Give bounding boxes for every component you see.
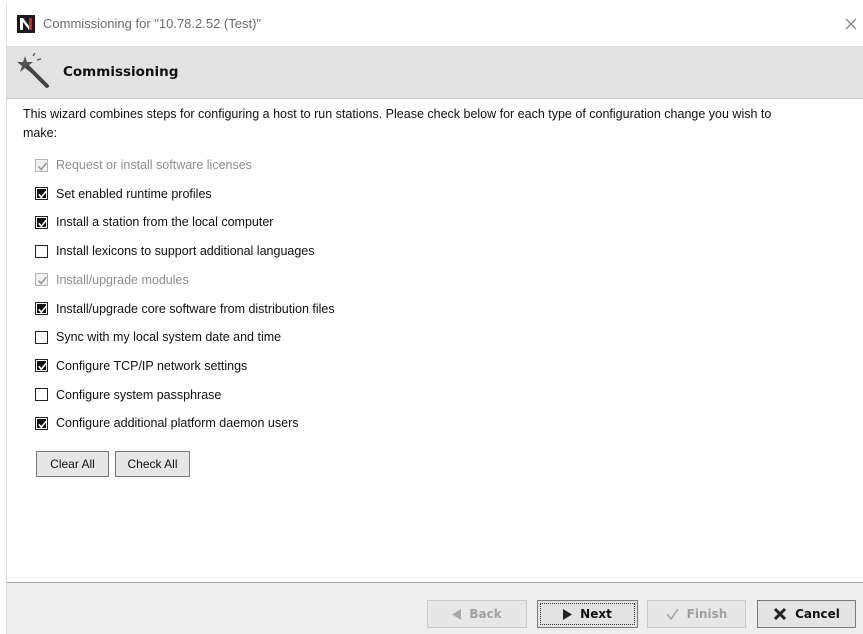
back-arrow-icon [452,608,462,620]
header-title: Commissioning [63,64,179,80]
option-label: Set enabled runtime profiles [56,186,212,201]
option-checkbox[interactable] [35,330,48,344]
option-checkbox[interactable] [35,416,48,430]
option-checkbox[interactable] [35,359,48,373]
back-button-label: Back [469,607,502,621]
option-label: Install lexicons to support additional l… [56,244,315,259]
option-checkbox [35,273,48,287]
checkmark-icon [38,420,47,429]
checkmark-icon [38,219,47,228]
checkmark-icon [37,162,48,171]
cancel-x-icon [774,607,787,621]
checkmark-icon [666,608,679,620]
option-checkbox[interactable] [35,187,48,201]
option-checkbox [35,158,48,172]
wizard-footer: Back Next Finish Cancel [7,582,863,634]
option-label: Configure system passphrase [56,387,222,402]
next-arrow-icon [563,608,573,620]
back-button[interactable]: Back [427,600,527,628]
option-label: Install a station from the local compute… [56,215,274,230]
option-row[interactable]: Configure system passphrase [35,385,535,405]
option-row[interactable]: Install a station from the local compute… [35,212,535,232]
checkmark-icon [38,363,47,371]
option-row: Install/upgrade modules [35,270,535,290]
option-label: Configure additional platform daemon use… [56,416,299,431]
title-bar: Commissioning for "10.78.2.52 (Test)" [7,4,863,44]
option-row: Request or install software licenses [35,155,535,175]
wizard-window: Commissioning for "10.78.2.52 (Test)" Co… [6,4,863,634]
magic-wand-icon [17,52,49,88]
niagara-logo-icon [17,15,35,33]
option-label: Install/upgrade modules [56,272,189,287]
option-label: Sync with my local system date and time [56,330,282,345]
option-row[interactable]: Sync with my local system date and time [35,327,535,347]
option-row[interactable]: Set enabled runtime profiles [35,184,535,204]
check-all-button[interactable]: Check All [115,451,190,477]
clear-all-button[interactable]: Clear All [36,451,109,477]
finish-button-label: Finish [686,607,728,621]
checkmark-icon [38,305,47,314]
finish-button[interactable]: Finish [647,600,746,628]
cancel-button[interactable]: Cancel [757,600,856,628]
next-button-label: Next [580,607,612,621]
option-row[interactable]: Install lexicons to support additional l… [35,241,535,261]
cancel-button-label: Cancel [795,607,840,621]
option-checkbox[interactable] [35,215,48,229]
checkmark-icon [37,276,48,285]
option-row[interactable]: Configure TCP/IP network settings [35,356,535,376]
option-checkbox[interactable] [35,244,48,258]
option-row[interactable]: Install/upgrade core software from distr… [35,299,535,319]
close-icon[interactable] [843,16,859,32]
option-checkbox[interactable] [35,302,48,315]
intro-text: This wizard combines steps for configuri… [23,107,772,140]
next-button[interactable]: Next [537,600,638,628]
wizard-header: Commissioning [7,46,863,99]
option-checkbox[interactable] [35,388,48,402]
window-title: Commissioning for "10.78.2.52 (Test)" [43,16,262,31]
option-row[interactable]: Configure additional platform daemon use… [35,413,535,433]
option-label: Configure TCP/IP network settings [56,358,248,373]
option-label: Request or install software licenses [56,158,252,172]
checkmark-icon [38,190,47,199]
option-label: Install/upgrade core software from distr… [56,301,335,316]
